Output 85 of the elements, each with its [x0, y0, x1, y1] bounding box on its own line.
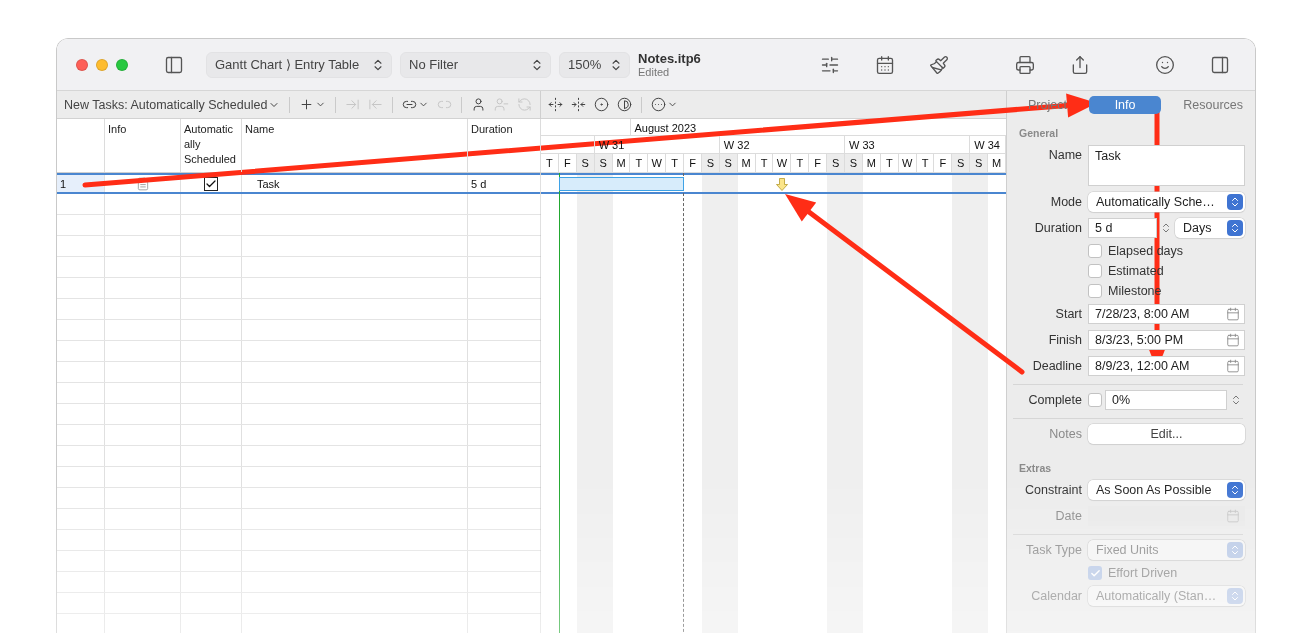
date-field[interactable]: 8/3/23, 5:00 PM	[1088, 330, 1245, 350]
share-icon	[1070, 54, 1090, 75]
sliders-icon	[820, 54, 840, 75]
close-button[interactable]	[76, 58, 88, 71]
document-title: Notes.itp6	[638, 51, 702, 66]
calendar-button[interactable]	[874, 53, 896, 76]
smiley-icon	[1155, 54, 1175, 75]
ellipsis-icon	[651, 97, 666, 112]
calendar-icon	[875, 54, 895, 75]
up-down-chevron-icon	[1229, 590, 1241, 602]
complete-field[interactable]: 0%	[1105, 390, 1227, 410]
unit-select[interactable]: Days	[1175, 218, 1245, 238]
sidebar-icon	[1210, 54, 1230, 75]
plus-icon	[299, 97, 315, 112]
field-label: Deadline	[1031, 359, 1082, 373]
week-label: W 32	[719, 136, 846, 153]
field-label: Mode	[1049, 195, 1082, 209]
half-circle-icon	[617, 97, 632, 112]
task-bar-segment[interactable]	[666, 177, 685, 191]
field-label: Complete	[1027, 393, 1082, 407]
field-label: Task Type	[1024, 543, 1082, 557]
document-status: Edited	[638, 66, 671, 78]
select-field[interactable]: As Soon As Possible	[1088, 480, 1245, 500]
section-heading: General	[1018, 126, 1060, 141]
week-label: W 33	[845, 136, 971, 153]
sidebar-icon	[164, 54, 184, 75]
styles-button[interactable]	[928, 53, 950, 76]
field-label: Name	[1047, 147, 1082, 162]
task-row[interactable]: 1 Task 5 d	[57, 173, 540, 194]
day-label: S	[845, 154, 863, 172]
up-down-chevron-icon	[1229, 544, 1241, 556]
table-cell: Task	[242, 175, 468, 192]
day-label: S	[970, 154, 989, 172]
field-label: Duration	[1033, 221, 1082, 235]
table-cell: 5 d	[468, 175, 541, 192]
expand-arrows-icon	[548, 97, 563, 112]
deadline-arrow-icon[interactable]	[776, 177, 789, 191]
field-label: Calendar	[1030, 589, 1082, 603]
inspector-tab[interactable]: Info	[1089, 96, 1162, 114]
task-bar-segment[interactable]	[558, 177, 577, 191]
field-label: Notes	[1048, 427, 1082, 441]
day-label: W	[773, 154, 792, 172]
field-label: Constraint	[1024, 483, 1082, 497]
column-header[interactable]: Automatically Scheduled	[181, 119, 242, 172]
inspector-tab[interactable]: Resources	[1183, 96, 1243, 114]
day-label: S	[827, 154, 846, 172]
day-label: W	[648, 154, 667, 172]
zoom-button[interactable]	[116, 58, 128, 71]
refresh-icon	[517, 97, 533, 112]
up-down-chevron-icon	[1229, 222, 1241, 234]
new-tasks-popup[interactable]: New Tasks: Automatically Scheduled	[62, 93, 283, 116]
column-header[interactable]: Info	[105, 119, 181, 172]
person-icon	[471, 97, 487, 112]
day-label: S	[952, 154, 971, 172]
calendar-icon[interactable]	[1226, 333, 1240, 347]
month-label: August 2023	[630, 119, 1006, 135]
edit-notes-button[interactable]: Edit...	[1088, 424, 1245, 444]
view-popup[interactable]: Gantt Chart ⟩ Entry Table	[206, 51, 392, 78]
dot-icon	[594, 97, 609, 112]
up-down-chevron-icon	[1229, 196, 1241, 208]
person-icon	[494, 97, 510, 112]
week-label: W 34	[970, 136, 1006, 153]
mode-select[interactable]: Automatically Sche…	[1088, 192, 1245, 212]
date-field[interactable]: 8/9/23, 12:00 AM	[1088, 356, 1245, 376]
up-down-chevron-icon	[1229, 484, 1241, 496]
printer-icon	[1015, 54, 1035, 75]
paintbrush-icon	[929, 54, 949, 75]
arrow-to-line-icon	[368, 97, 384, 112]
minimize-button[interactable]	[96, 58, 108, 71]
print-button[interactable]	[1014, 53, 1036, 76]
field-label: Finish	[1047, 333, 1082, 347]
column-header[interactable]: Name	[242, 119, 468, 172]
zoom-popup[interactable]: 150%	[559, 51, 630, 78]
calendar-icon[interactable]	[1226, 359, 1240, 373]
calendar-icon[interactable]	[1226, 307, 1240, 321]
arrow-to-line-icon	[345, 97, 361, 112]
duration-field[interactable]: 5 d	[1088, 218, 1157, 238]
filter-popup[interactable]: No Filter	[400, 51, 551, 78]
section-heading: Extras	[1018, 461, 1053, 476]
date-field[interactable]: 7/28/23, 8:00 AM	[1088, 304, 1245, 324]
name-field[interactable]: Task	[1088, 145, 1245, 186]
field-label: Start	[1054, 307, 1082, 321]
feedback-button[interactable]	[1154, 53, 1176, 76]
field-label: Date	[1054, 509, 1082, 523]
collapse-arrows-icon	[571, 97, 586, 112]
